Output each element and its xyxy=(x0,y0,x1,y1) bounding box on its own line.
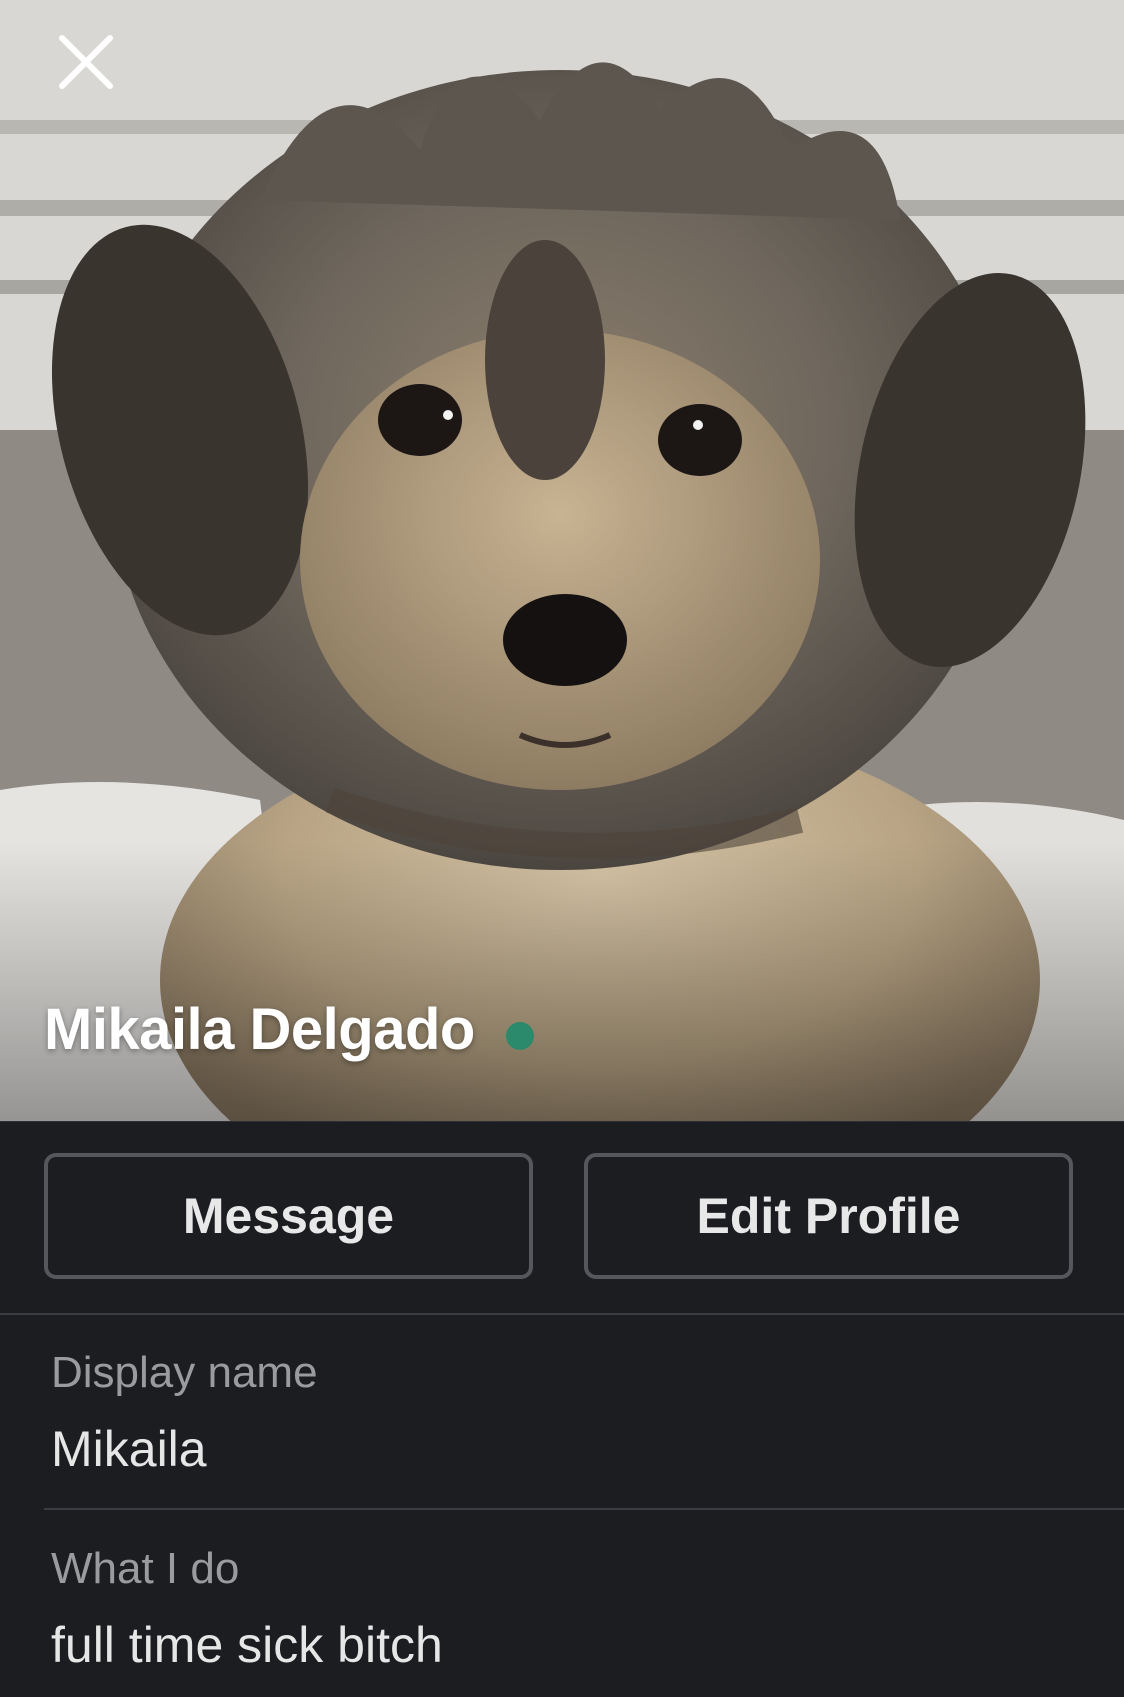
presence-status-icon xyxy=(506,1022,534,1050)
close-button[interactable] xyxy=(46,22,126,102)
close-icon xyxy=(59,35,113,89)
message-button[interactable]: Message xyxy=(44,1153,533,1279)
profile-name: Mikaila Delgado xyxy=(44,997,475,1062)
display-name-label: Display name xyxy=(51,1348,318,1397)
field-divider xyxy=(44,1508,1124,1510)
profile-actions: Message Edit Profile xyxy=(0,1121,1124,1314)
profile-photo xyxy=(0,0,1124,1121)
profile-photo-header: Mikaila Delgado xyxy=(0,0,1124,1121)
display-name-value: Mikaila xyxy=(51,1421,207,1477)
what-i-do-field: What I do full time sick bitch xyxy=(51,1544,443,1674)
what-i-do-value: full time sick bitch xyxy=(51,1617,443,1673)
what-i-do-label: What I do xyxy=(51,1544,240,1593)
section-divider xyxy=(0,1313,1124,1315)
display-name-field: Display name Mikaila xyxy=(51,1348,318,1478)
edit-profile-button[interactable]: Edit Profile xyxy=(584,1153,1073,1279)
